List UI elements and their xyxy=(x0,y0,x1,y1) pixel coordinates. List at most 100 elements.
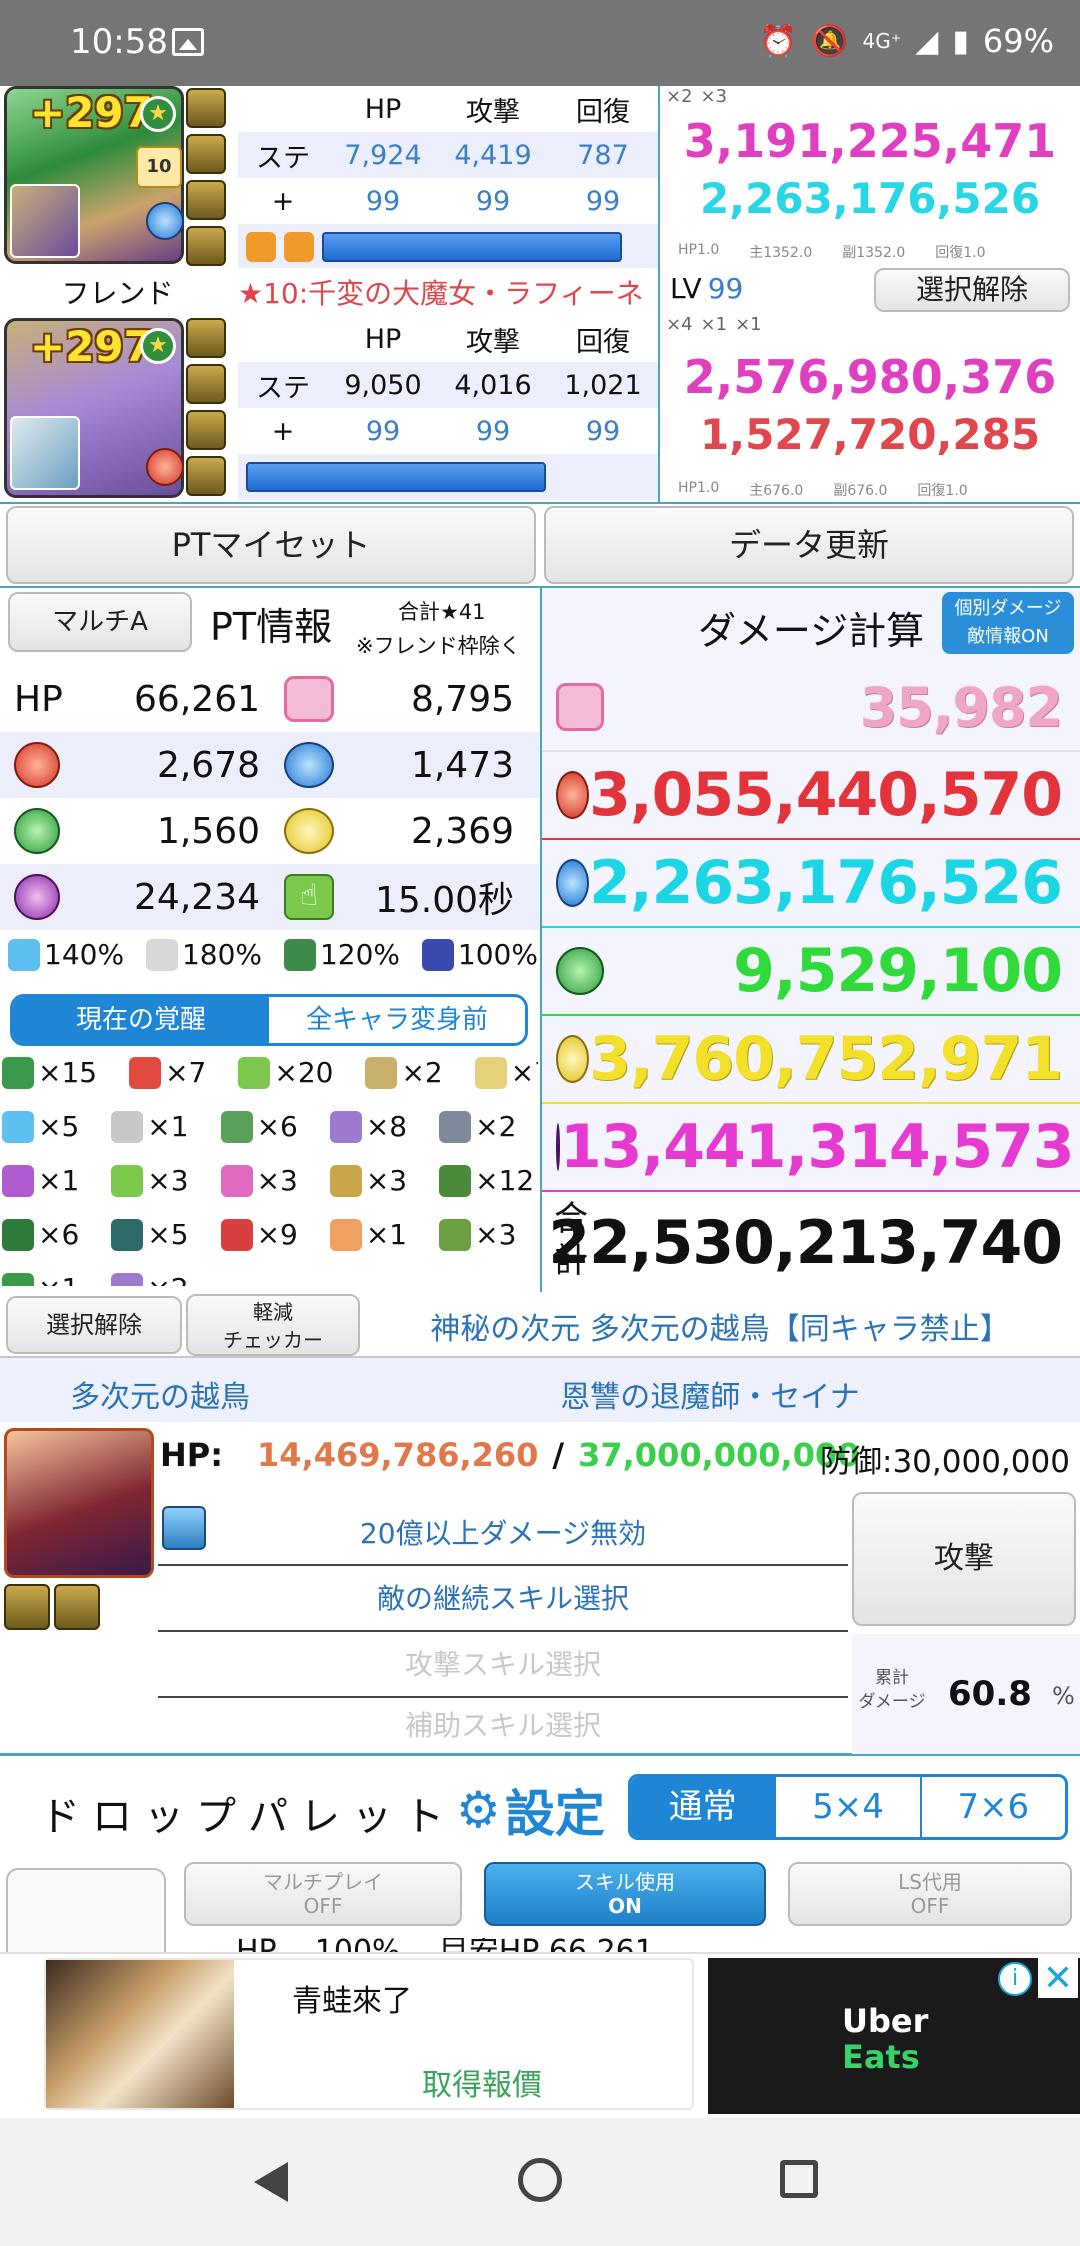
pt-myset-button[interactable]: PTマイセット xyxy=(6,506,536,584)
mute-icon: 🔕 xyxy=(811,23,849,59)
pt-row-hp: HP 66,261 8,795 xyxy=(0,666,540,732)
reduction-checker-button[interactable]: 軽減 チェッカー xyxy=(186,1294,360,1356)
skill-bar[interactable] xyxy=(322,232,622,262)
ls-label: LS代用 xyxy=(898,1870,962,1894)
hidden-hp-row: HP 100% 目安HP 66,261 xyxy=(236,1938,836,1952)
grid-mode-selector[interactable]: 通常 5×4 7×6 xyxy=(628,1774,1068,1840)
multiplay-state: OFF xyxy=(303,1894,343,1918)
back-icon[interactable] xyxy=(254,2162,288,2202)
light-icon xyxy=(556,1035,590,1083)
enemy-tab-left[interactable]: 多次元の越鳥 xyxy=(0,1372,320,1416)
cum-label: 累計 ダメージ xyxy=(852,1666,932,1714)
awakening-grid: ×15 ×7 ×20 ×2 ×7 ×5 ×1 ×6 ×8 ×2 ×1 ×3 ×3… xyxy=(2,1056,538,1286)
mode-normal[interactable]: 通常 xyxy=(631,1777,775,1837)
ad-card[interactable]: 青蛙來了 取得報價 xyxy=(44,1958,694,2110)
awakening-count: ×7 xyxy=(165,1056,207,1089)
plus-label: + xyxy=(271,185,295,217)
plus-atk[interactable]: 99 xyxy=(438,416,548,447)
attack-skill-select[interactable]: 攻撃スキル選択 xyxy=(158,1632,848,1698)
plus-atk[interactable]: 99 xyxy=(438,186,548,217)
per-damage-toggle[interactable]: 個別ダメージ 敵情報ON xyxy=(942,592,1074,654)
ad-banner[interactable]: 青蛙來了 取得報價 Uber Eats i ✕ xyxy=(0,1952,1080,2118)
enemy-defense[interactable]: 防御:30,000,000 xyxy=(820,1436,1070,1481)
multiplier: HP1.0 xyxy=(678,480,720,496)
plus-hp[interactable]: 99 xyxy=(328,186,438,217)
support-skill-select[interactable]: 補助スキル選択 xyxy=(158,1698,848,1754)
multiplay-toggle[interactable]: マルチプレイ OFF xyxy=(184,1862,462,1926)
ad-title: 青蛙來了 xyxy=(292,1984,412,2019)
hp-max[interactable]: 37,000,000,000 xyxy=(578,1436,859,1474)
badge-bottom-label: 敵情報ON xyxy=(967,626,1049,647)
assist-portrait[interactable] xyxy=(10,184,80,258)
toggle-current[interactable]: 現在の覚醒 xyxy=(13,997,269,1043)
awakening-count: ×5 xyxy=(38,1110,80,1143)
awakening-icon xyxy=(2,1272,34,1286)
enemy-hp-line: HP: 14,469,786,260 / 37,000,000,000 xyxy=(160,1436,860,1474)
awakening-icon xyxy=(220,1218,253,1251)
friend-label: フレンド xyxy=(61,277,174,310)
recents-icon[interactable] xyxy=(780,2160,818,2198)
awakening-toggle[interactable]: 現在の覚醒 全キャラ変身前 xyxy=(10,994,528,1046)
ste-rcv: 787 xyxy=(577,139,629,171)
awakening-icon xyxy=(186,410,226,450)
ad-brand-block[interactable]: Uber Eats i ✕ xyxy=(708,1958,1080,2114)
resist-row: 140% 180% 120% 100% xyxy=(8,938,538,971)
plus-rcv[interactable]: 99 xyxy=(548,416,658,447)
cum-unit: % xyxy=(1052,1682,1075,1710)
fire-value: 2,678 xyxy=(156,744,260,786)
friend-card-row[interactable]: フレンド +297 ★ ★10:千変の大魔女・ラフィーネ HP 攻撃 回復 ステ 9,… xyxy=(0,268,1080,504)
cum-label-2: ダメージ xyxy=(858,1692,926,1712)
enemy-deselect-button[interactable]: 選択解除 xyxy=(6,1296,182,1354)
resist-icon xyxy=(145,938,178,971)
dungeon-title[interactable]: 神秘の次元 多次元の越鳥【同キャラ禁止】 xyxy=(370,1304,1070,1348)
ls-substitute-toggle[interactable]: LS代用 OFF xyxy=(788,1862,1072,1926)
home-icon[interactable] xyxy=(518,2158,562,2202)
settings-button[interactable]: ⚙ 設定 xyxy=(456,1774,605,1846)
mode-5x4[interactable]: 5×4 xyxy=(774,1777,919,1837)
multi-a-button[interactable]: マルチA xyxy=(8,592,192,652)
ste-label: ステ xyxy=(256,142,310,174)
damage-row-water: 2,263,176,526 xyxy=(542,840,1080,928)
deselect-button[interactable]: 選択解除 xyxy=(874,268,1070,312)
awakening-icon xyxy=(220,1110,253,1143)
wood-value: 1,560 xyxy=(156,810,260,852)
mode-7x6[interactable]: 7×6 xyxy=(919,1777,1065,1837)
damage-row-dark: 13,441,314,573 xyxy=(542,1104,1080,1192)
awakening-icon xyxy=(329,1110,362,1143)
skill-bar[interactable] xyxy=(246,462,546,492)
awakening-counts: ×2 ×3 xyxy=(666,86,727,107)
attack-button[interactable]: 攻撃 xyxy=(852,1492,1076,1626)
multiplier: HP1.0 xyxy=(678,242,720,258)
enemy-continuous-skill-select[interactable]: 敵の継続スキル選択 xyxy=(158,1566,848,1632)
assist-portrait[interactable] xyxy=(10,416,80,490)
level-badge: 10 xyxy=(136,146,182,188)
ste-atk: 4,016 xyxy=(454,369,532,401)
data-update-button[interactable]: データ更新 xyxy=(544,506,1074,584)
ad-info-icon[interactable]: i xyxy=(998,1962,1032,1996)
plus-rcv[interactable]: 99 xyxy=(548,186,658,217)
palette-title: ドロップパレット xyxy=(40,1794,456,1840)
enemy-type-icons xyxy=(4,1584,100,1636)
col-atk: 攻撃 xyxy=(466,96,520,128)
ad-cta[interactable]: 取得報價 xyxy=(422,2060,542,2104)
awakening-icon xyxy=(238,1056,271,1089)
clear-button[interactable] xyxy=(6,1868,166,1952)
ad-close-icon[interactable]: ✕ xyxy=(1038,1958,1078,1999)
shield-row[interactable]: 20億以上ダメージ無効 xyxy=(158,1498,848,1566)
status-icons: ⏰ 🔕 4G⁺ ◢ ▮ 69% xyxy=(760,22,1054,60)
level-value[interactable]: 99 xyxy=(708,272,744,305)
awakening-icon xyxy=(2,1218,34,1251)
awakening-count: ×3 xyxy=(147,1164,189,1197)
image-notification-icon xyxy=(172,28,204,56)
toggle-pre-transform[interactable]: 全キャラ変身前 xyxy=(269,997,525,1043)
plus-hp[interactable]: 99 xyxy=(328,416,438,447)
enemy-portrait[interactable] xyxy=(4,1428,154,1578)
total-damage: 22,530,213,740 xyxy=(548,1208,1063,1278)
enemy-tab-right[interactable]: 恩讐の退魔師・セイナ xyxy=(460,1372,960,1416)
skill-icon xyxy=(284,232,314,262)
friend-title: ★10:千変の大魔女・ラフィーネ xyxy=(238,277,644,310)
leader-awakening-column xyxy=(186,88,232,272)
hp-current[interactable]: 14,469,786,260 xyxy=(257,1436,538,1474)
skill-use-toggle[interactable]: スキル使用 ON xyxy=(484,1862,766,1926)
hp-label: HP xyxy=(14,678,63,720)
